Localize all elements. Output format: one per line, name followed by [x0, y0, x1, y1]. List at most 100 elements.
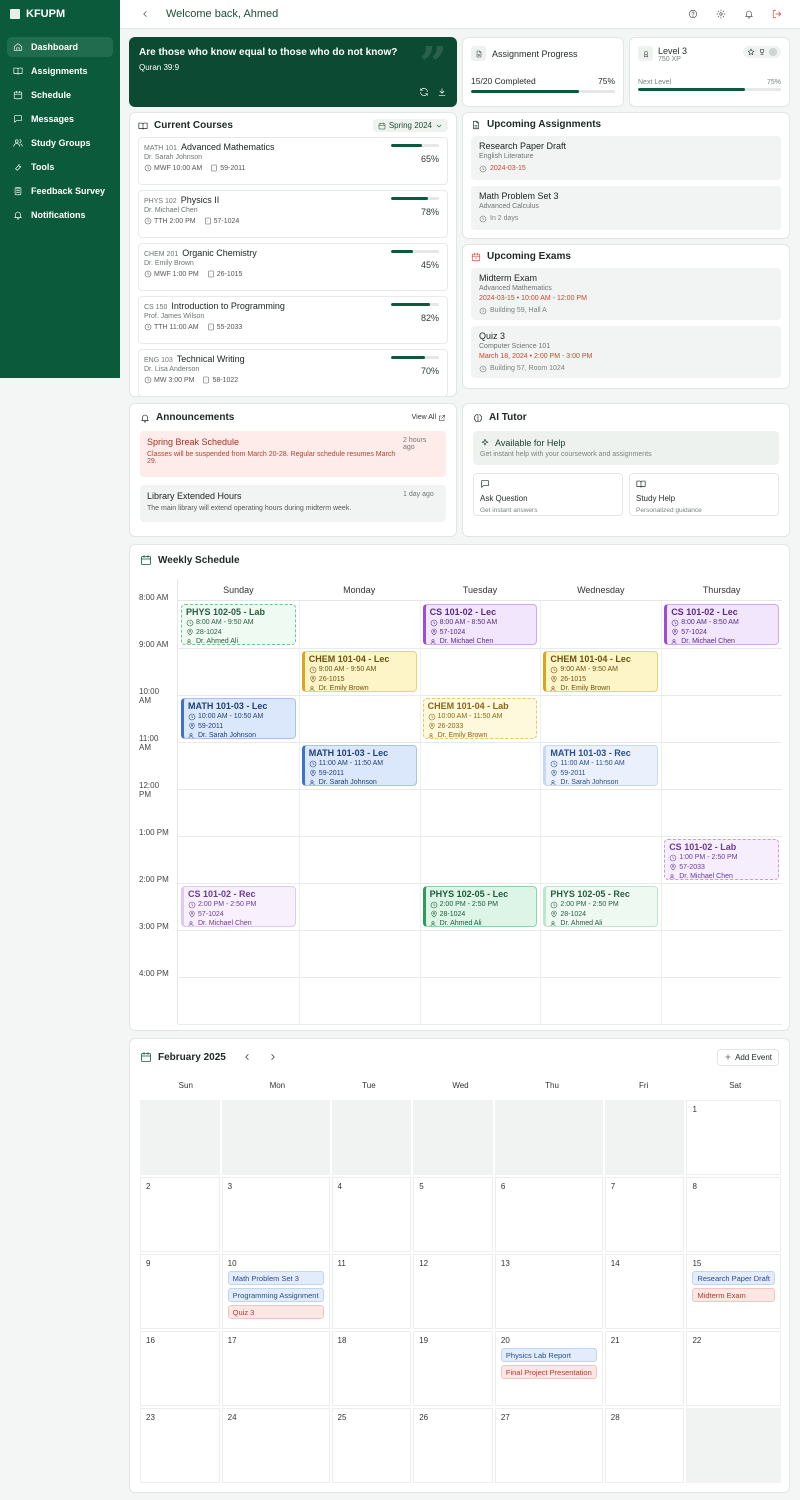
- sidebar-item-dashboard[interactable]: Dashboard: [7, 37, 113, 57]
- calendar-day[interactable]: 23: [140, 1408, 220, 1483]
- available-desc: Get instant help with your coursework an…: [480, 451, 652, 458]
- calendar-day[interactable]: 10 Math Problem Set 3 Programming Assignme…: [221, 1254, 330, 1329]
- calendar-day[interactable]: 28: [604, 1408, 685, 1483]
- calendar-day[interactable]: 9: [140, 1254, 220, 1329]
- calendar-day[interactable]: 12: [413, 1254, 493, 1329]
- calendar-empty-cell: [331, 1100, 412, 1175]
- calendar-day[interactable]: 25: [331, 1408, 412, 1483]
- add-event-button[interactable]: Add Event: [717, 1048, 779, 1066]
- schedule-event[interactable]: CS 101-02 - Lab 1:00 PM - 2:50 PM 57-2033 D…: [664, 839, 779, 880]
- schedule-event[interactable]: MATH 101-03 - Rec 11:00 AM - 11:50 AM 59-2…: [543, 745, 659, 786]
- calendar-event[interactable]: Math Problem Set 3: [227, 1271, 324, 1285]
- sidebar-item-feedback-survey[interactable]: Feedback Survey: [7, 181, 113, 201]
- brand[interactable]: KFUPM: [0, 0, 120, 28]
- calendar-day[interactable]: 1: [686, 1100, 781, 1175]
- assignment-item[interactable]: Math Problem Set 3 Advanced Calculus In 2 …: [471, 186, 781, 230]
- available-for-help[interactable]: Available for Help Get instant help with…: [473, 431, 779, 465]
- schedule-event[interactable]: MATH 101-03 - Lec 10:00 AM - 10:50 AM 59-2…: [181, 698, 296, 739]
- calendar-day[interactable]: 19: [413, 1331, 493, 1406]
- calendar-day[interactable]: 27: [494, 1408, 603, 1483]
- calendar-event[interactable]: Programming Assignment: [227, 1288, 324, 1302]
- calendar-day[interactable]: 21: [604, 1331, 685, 1406]
- event-title: CS 101-02 - Lab: [669, 842, 737, 852]
- calendar-day[interactable]: 8: [686, 1177, 781, 1252]
- upcoming-assignments-title: Upcoming Assignments: [487, 119, 602, 130]
- prev-month-button[interactable]: [242, 1052, 252, 1062]
- course-item[interactable]: ENG 103 Technical Writing Dr. Lisa Anderso…: [138, 349, 448, 397]
- course-item[interactable]: PHYS 102 Physics II Dr. Michael Chen TTH 2:…: [138, 190, 448, 238]
- calendar-day[interactable]: 7: [604, 1177, 685, 1252]
- sidebar-item-assignments[interactable]: Assignments: [7, 61, 113, 81]
- calendar-event[interactable]: Final Project Presentation: [500, 1365, 597, 1379]
- logout-button[interactable]: [772, 9, 782, 19]
- event-title: CS 101-02 - Lec: [671, 607, 738, 617]
- next-month-button[interactable]: [268, 1052, 278, 1062]
- event-room: 59-2011: [318, 769, 344, 777]
- schedule-event[interactable]: CHEM 101-04 - Lab 10:00 AM - 11:50 AM 26-2…: [422, 698, 538, 739]
- column-divider: [540, 601, 542, 1024]
- calendar-icon: [378, 122, 386, 129]
- notifications-button[interactable]: [744, 9, 754, 19]
- exam-item[interactable]: Midterm Exam Advanced Mathematics 2024-03-…: [471, 268, 781, 320]
- calendar-day[interactable]: 4: [331, 1177, 412, 1252]
- calendar-day[interactable]: 13: [494, 1254, 603, 1329]
- ask-question-button[interactable]: Ask Question Get instant answers: [473, 473, 623, 516]
- calendar-day[interactable]: 3: [221, 1177, 330, 1252]
- event-detail: Dr. Ahmed Ali: [550, 919, 653, 926]
- schedule-event[interactable]: PHYS 102-05 - Rec 2:00 PM - 2:50 PM 28-102…: [543, 886, 659, 927]
- calendar-day[interactable]: 5: [413, 1177, 493, 1252]
- schedule-event[interactable]: CS 101-02 - Rec 2:00 PM - 2:50 PM 57-1024 D…: [181, 886, 296, 927]
- schedule-event[interactable]: CS 101-02 - Lec 8:00 AM - 8:50 AM 57-1024 D…: [664, 604, 779, 645]
- course-progress-fill: [391, 250, 413, 253]
- download-quote-button[interactable]: [437, 87, 447, 97]
- calendar-day[interactable]: 18: [331, 1331, 412, 1406]
- back-button[interactable]: [138, 7, 152, 21]
- sidebar-item-messages[interactable]: Messages: [7, 109, 113, 129]
- calendar-event[interactable]: Midterm Exam: [692, 1288, 775, 1302]
- calendar-day[interactable]: 22: [686, 1331, 781, 1406]
- term-select[interactable]: Spring 2024: [372, 119, 448, 132]
- calendar-day[interactable]: 14: [604, 1254, 685, 1329]
- book-open-icon: [138, 122, 148, 130]
- course-item[interactable]: MATH 101 Advanced Mathematics Dr. Sarah Jo…: [138, 137, 448, 185]
- course-name: Introduction to Programming: [171, 301, 285, 311]
- refresh-quote-button[interactable]: [419, 87, 429, 97]
- study-help-button[interactable]: Study Help Personalized guidance: [629, 473, 779, 516]
- sidebar-item-tools[interactable]: Tools: [7, 157, 113, 177]
- event-title: CHEM 101-04 - Lab: [427, 701, 509, 711]
- calendar-day[interactable]: 2: [140, 1177, 220, 1252]
- calendar-day[interactable]: 20 Physics Lab Report Final Project Presen…: [494, 1331, 603, 1406]
- sidebar-item-study-groups[interactable]: Study Groups: [7, 133, 113, 153]
- sidebar-item-notifications[interactable]: Notifications: [7, 205, 113, 225]
- calendar-event[interactable]: Physics Lab Report: [500, 1348, 597, 1362]
- calendar-day[interactable]: 6: [494, 1177, 603, 1252]
- calendar-event[interactable]: Research Paper Draft: [692, 1271, 775, 1285]
- calendar-day[interactable]: 24: [221, 1408, 330, 1483]
- calendar-day[interactable]: 15 Research Paper Draft Midterm Exam: [686, 1254, 781, 1329]
- assignment-item[interactable]: Research Paper Draft English Literature 20…: [471, 136, 781, 180]
- course-item[interactable]: CHEM 201 Organic Chemistry Dr. Emily Brown…: [138, 243, 448, 291]
- settings-button[interactable]: [716, 9, 726, 19]
- term-value: Spring 2024: [388, 121, 432, 130]
- calendar-event[interactable]: Quiz 3: [227, 1305, 324, 1319]
- event-title: PHYS 102-05 - Rec: [550, 889, 630, 899]
- calendar-day[interactable]: 16: [140, 1331, 220, 1406]
- sidebar-item-schedule[interactable]: Schedule: [7, 85, 113, 105]
- view-all-link[interactable]: View All: [412, 414, 446, 422]
- exam-item[interactable]: Quiz 3 Computer Science 101 March 18, 2024…: [471, 326, 781, 378]
- schedule-event[interactable]: CS 101-02 - Lec 8:00 AM - 8:50 AM 57-1024 D…: [422, 604, 538, 645]
- schedule-event[interactable]: CHEM 101-04 - Lec 9:00 AM - 9:50 AM 26-101…: [543, 651, 659, 692]
- calendar-day[interactable]: 17: [221, 1331, 330, 1406]
- calendar-day[interactable]: 11: [331, 1254, 412, 1329]
- schedule-event[interactable]: PHYS 102-05 - Lec 2:00 PM - 2:50 PM 28-102…: [422, 886, 538, 927]
- schedule-event[interactable]: MATH 101-03 - Lec 11:00 AM - 11:50 AM 59-2…: [301, 745, 417, 786]
- quote-card: Are those who know equal to those who do…: [129, 37, 457, 107]
- calendar-day[interactable]: 26: [413, 1408, 493, 1483]
- schedule-event[interactable]: CHEM 101-04 - Lec 9:00 AM - 9:50 AM 26-101…: [301, 651, 417, 692]
- announcement-item[interactable]: Library Extended Hours The main library w…: [140, 485, 446, 522]
- help-button[interactable]: [688, 9, 698, 19]
- announcement-item[interactable]: Spring Break Schedule Classes will be sus…: [140, 431, 446, 477]
- schedule-event[interactable]: PHYS 102-05 - Lab 8:00 AM - 9:50 AM 28-102…: [181, 604, 296, 645]
- row-divider: [178, 977, 782, 978]
- course-item[interactable]: CS 150 Introduction to Programming Prof. J…: [138, 296, 448, 344]
